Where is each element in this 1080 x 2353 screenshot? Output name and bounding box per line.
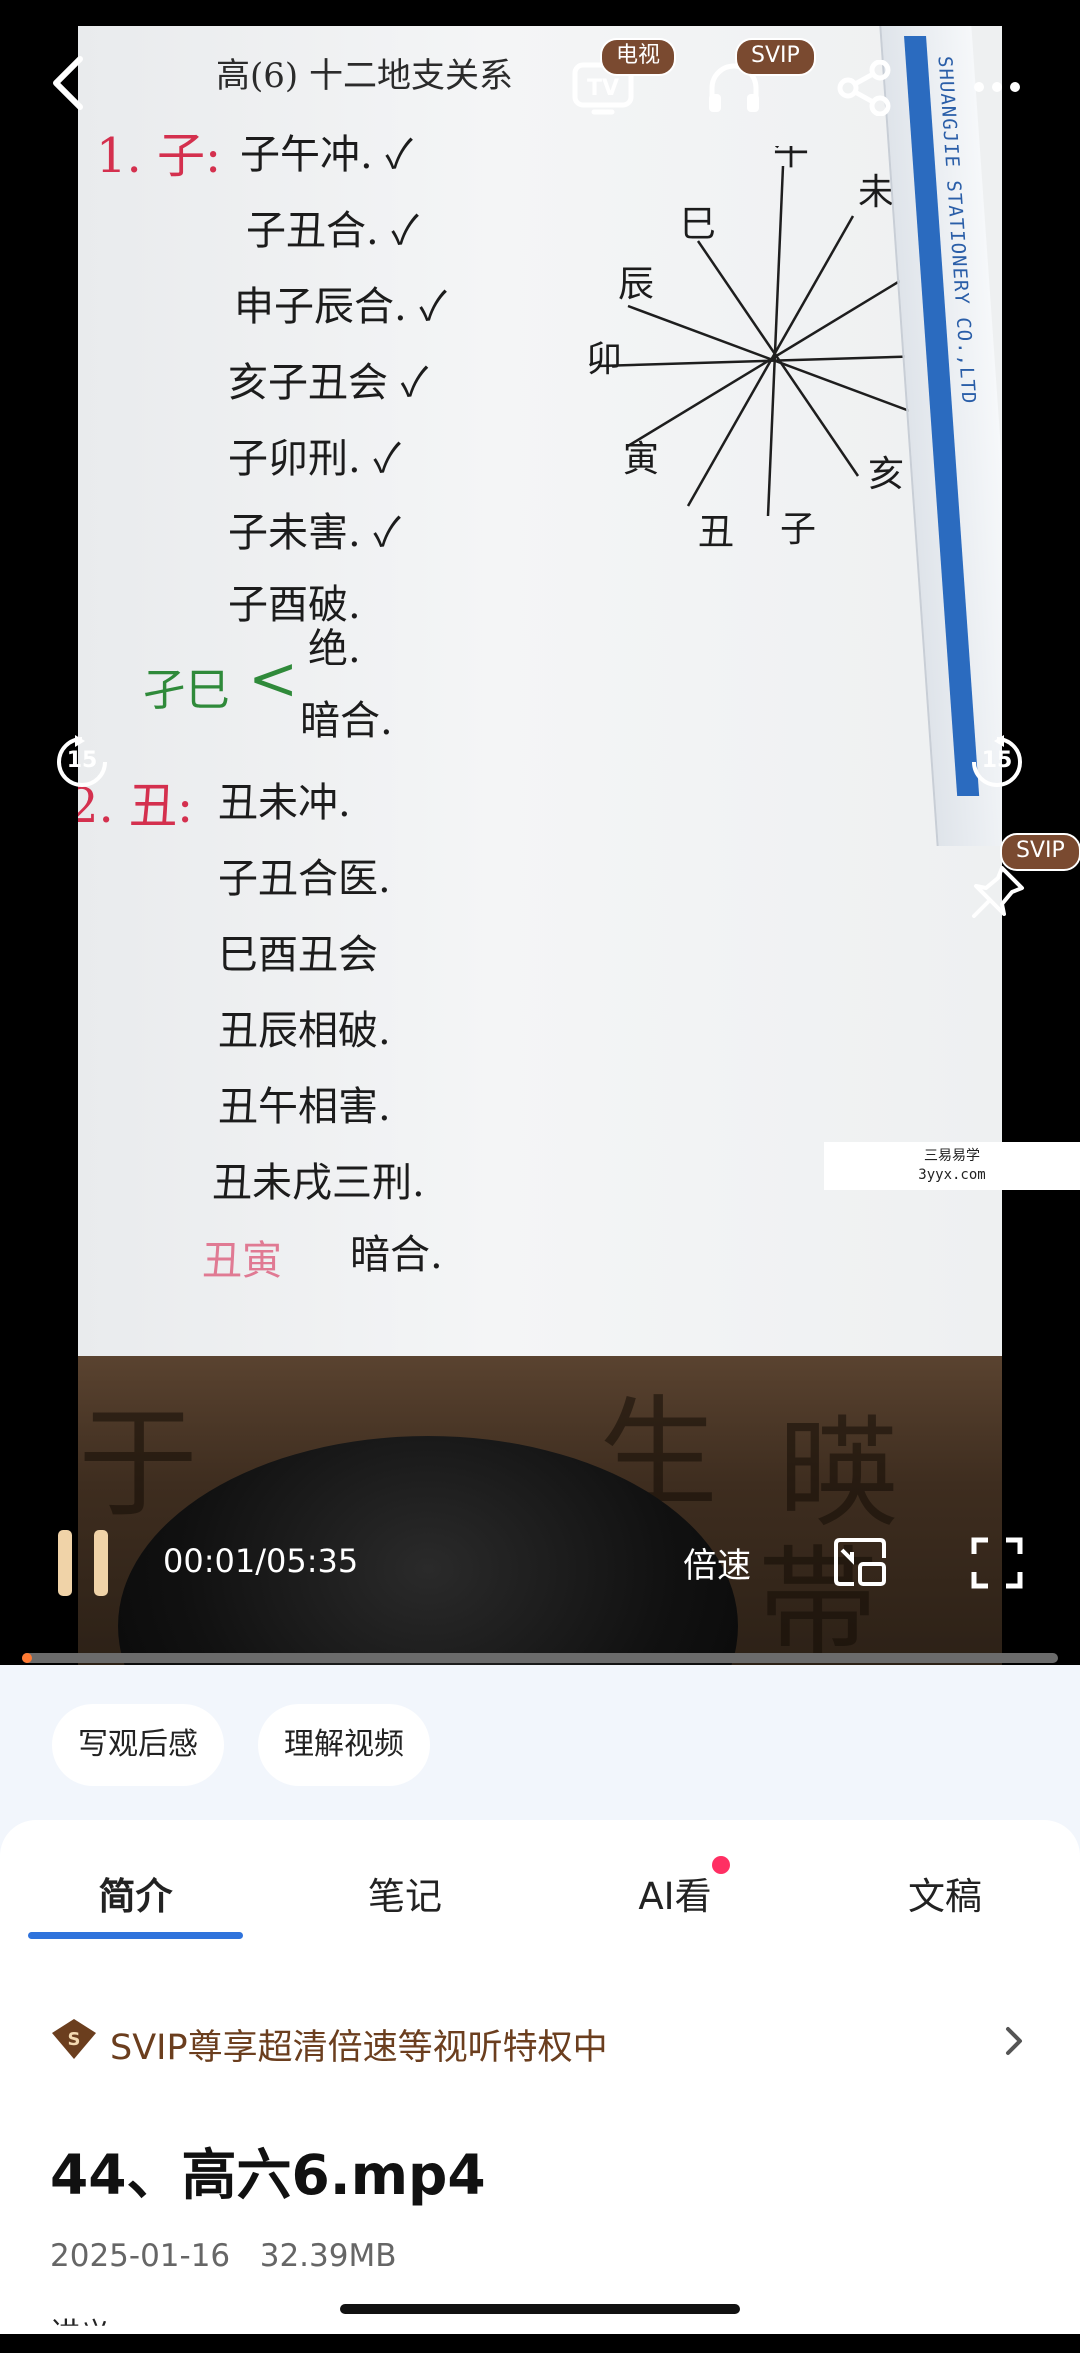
s2-line: 丑未冲. <box>218 780 351 826</box>
pin-icon[interactable] <box>968 862 1028 922</box>
description-text: 讲义 <box>50 2317 110 2352</box>
wheel-label: 未 <box>858 172 894 213</box>
forward-15-button[interactable]: 15 <box>970 735 1024 789</box>
time-display: 00:01/05:35 <box>163 1542 359 1580</box>
svip-diamond-icon: S <box>52 2019 96 2059</box>
rewind-label: 15 <box>66 748 98 773</box>
share-icon[interactable] <box>836 60 892 116</box>
pin-svip-badge: SVIP <box>1000 833 1080 871</box>
s1-line: 亥子丑会 ✓ <box>228 360 429 406</box>
wheel-label: 辰 <box>618 264 654 305</box>
chevron-right-icon <box>1006 2027 1022 2055</box>
pip-icon[interactable] <box>832 1536 888 1588</box>
back-icon[interactable] <box>48 55 88 111</box>
bracket-shape: < <box>248 644 299 714</box>
pause-button[interactable] <box>58 1530 110 1596</box>
s2-line: 巳酉丑会 <box>218 932 378 978</box>
progress-fill <box>22 1653 32 1663</box>
wheel-label: 丑 <box>698 512 734 553</box>
tab-underline <box>28 1932 243 1939</box>
tv-badge: 电视 <box>600 38 677 76</box>
home-indicator[interactable] <box>340 2304 740 2314</box>
wheel-label: 寅 <box>623 439 659 480</box>
progress-track[interactable] <box>22 1653 1058 1663</box>
wheel-label: 巳 <box>680 204 716 245</box>
bracket-item: 暗合. <box>300 698 393 744</box>
file-title: 44、高六6.mp4 <box>50 2143 486 2207</box>
tab-intro[interactable]: 简介 <box>28 1866 243 1920</box>
pause-icon <box>58 1530 72 1596</box>
notebook-header: 高(6) 十二地支关系 <box>216 56 513 96</box>
s1-line: 子丑合. ✓ <box>246 208 419 254</box>
tab-ai-watch[interactable]: AI看 <box>580 1866 770 1920</box>
svip-diamond-letter: S <box>68 2029 81 2050</box>
svg-text:TV: TV <box>587 76 619 101</box>
write-review-chip[interactable]: 写观后感 <box>52 1704 224 1786</box>
bracket-label: 孑巳 <box>142 665 230 716</box>
s1-line: 申子辰合. ✓ <box>234 284 447 330</box>
watermark: 三易易学 3yyx.com <box>824 1142 1080 1190</box>
bracket-item: 绝. <box>308 626 361 672</box>
rewind-15-button[interactable]: 15 <box>55 735 109 789</box>
s2-line: 丑辰相破. <box>218 1008 391 1054</box>
tab-transcript[interactable]: 文稿 <box>850 1866 1040 1920</box>
watermark-line2: 3yyx.com <box>918 1167 986 1183</box>
ai-notification-dot <box>712 1856 730 1874</box>
tab-notes[interactable]: 笔记 <box>310 1866 500 1920</box>
s2-line: 丑午相害. <box>218 1084 391 1130</box>
understand-video-chip[interactable]: 理解视频 <box>258 1704 430 1786</box>
svip-promo-row[interactable]: S SVIP尊享超清倍速等视听特权中 <box>0 1995 1080 2085</box>
forward-label: 15 <box>981 748 1013 773</box>
wheel-label: 亥 <box>868 454 904 495</box>
info-panel: 写观后感 理解视频 简介 笔记 AI看 文稿 S SVIP尊享超清倍速等视听特权… <box>0 1665 1080 2334</box>
wheel-label: 子 <box>780 509 816 550</box>
s2-last-pink: 丑寅 <box>202 1238 282 1284</box>
s2-line: 子丑合医. <box>218 856 391 902</box>
s1-line: 子卯刑. ✓ <box>228 436 401 482</box>
svip-promo-text: SVIP尊享超清倍速等视听特权中 <box>110 2028 608 2068</box>
fullscreen-icon[interactable] <box>970 1536 1024 1590</box>
speed-button[interactable]: 倍速 <box>683 1538 751 1587</box>
section1-label: 1. 子: <box>96 128 222 184</box>
svip-badge-top: SVIP <box>735 38 816 76</box>
wheel-label: 午 <box>773 146 809 173</box>
wheel-label: 卯 <box>586 339 622 380</box>
s1-line: 子午冲. ✓ <box>240 132 413 178</box>
pause-icon-bar <box>94 1530 108 1596</box>
more-icon[interactable] <box>972 80 1022 94</box>
watermark-line1: 三易易学 <box>924 1148 980 1164</box>
detail-sheet: 简介 笔记 AI看 文稿 S SVIP尊享超清倍速等视听特权中 44、高六6.m… <box>0 1820 1080 2334</box>
video-player[interactable]: 高(6) 十二地支关系 1. 子: 子午冲. ✓ 子丑合. ✓ 申子辰合. ✓ … <box>0 0 1080 1665</box>
s2-line: 丑未戌三刑. <box>212 1160 425 1206</box>
s1-line: 子未害. ✓ <box>228 510 401 556</box>
s2-last-black: 暗合. <box>350 1232 443 1278</box>
video-frame: 高(6) 十二地支关系 1. 子: 子午冲. ✓ 子丑合. ✓ 申子辰合. ✓ … <box>78 26 1002 1665</box>
file-meta: 2025-01-16 32.39MB <box>50 2238 397 2274</box>
